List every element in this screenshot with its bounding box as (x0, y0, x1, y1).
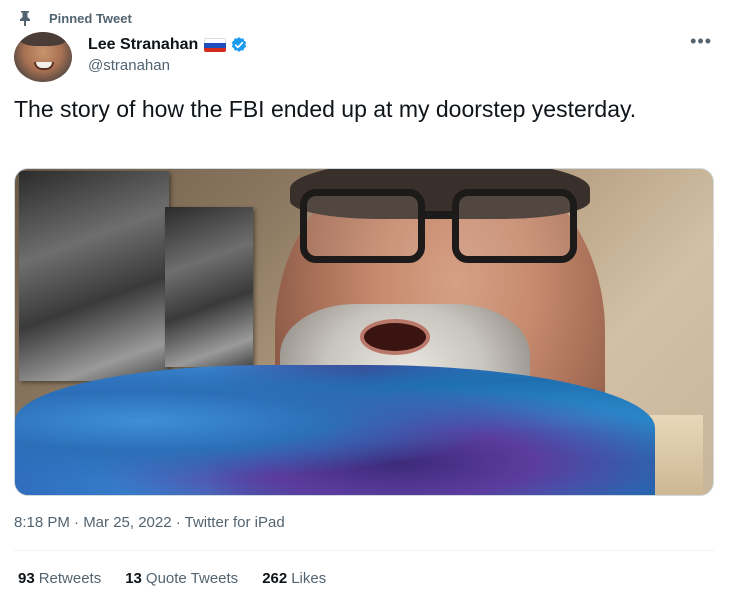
tweet-timestamp[interactable]: 8:18 PM · Mar 25, 2022 · Twitter for iPa… (14, 514, 285, 531)
retweets-stat[interactable]: 93 Retweets (18, 570, 101, 587)
quote-tweets-stat[interactable]: 13 Quote Tweets (125, 570, 238, 587)
wall-poster (19, 171, 169, 381)
tweet-video[interactable] (14, 168, 714, 496)
author-handle[interactable]: @stranahan (88, 57, 248, 74)
likes-stat[interactable]: 262 Likes (262, 570, 326, 587)
speaker-glasses (300, 189, 590, 269)
pin-icon (20, 11, 30, 26)
divider (14, 550, 714, 551)
avatar[interactable] (14, 32, 72, 82)
speaker-mouth (360, 319, 430, 355)
pinned-tweet-indicator: Pinned Tweet (18, 9, 132, 27)
engagement-stats: 93 Retweets 13 Quote Tweets 262 Likes (18, 570, 350, 587)
verified-badge-icon (232, 37, 247, 52)
tweet-author: Lee Stranahan @stranahan (88, 35, 248, 74)
more-options-icon[interactable]: ••• (690, 32, 712, 50)
wall-poster (165, 207, 253, 367)
russia-flag-icon (204, 38, 227, 52)
pinned-label: Pinned Tweet (49, 10, 132, 26)
tweet-text: The story of how the FBI ended up at my … (14, 96, 637, 122)
author-display-name[interactable]: Lee Stranahan (88, 36, 198, 54)
tie-dye-shirt (15, 365, 655, 495)
